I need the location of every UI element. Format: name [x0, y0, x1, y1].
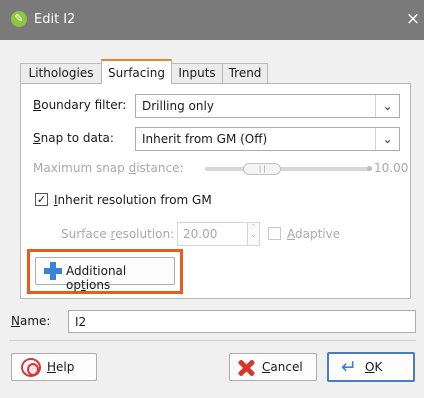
boundary-filter-label: Boundary filter: — [33, 98, 127, 112]
adaptive-label: Adaptive — [287, 227, 341, 241]
dialog-body: Lithologies Surfacing Inputs Trend Bound… — [0, 40, 424, 398]
window-title: Edit I2 — [34, 12, 76, 27]
plus-icon — [44, 262, 62, 280]
title-bar: ✎ Edit I2 × — [0, 0, 424, 40]
snap-distance-slider[interactable] — [205, 167, 369, 171]
snap-to-data-label: Snap to data: — [33, 131, 114, 145]
inherit-resolution-label: Inherit resolution from GM — [54, 193, 212, 207]
chevron-down-icon: ⌄ — [375, 128, 399, 150]
tab-lithologies[interactable]: Lithologies — [20, 63, 102, 83]
boundary-filter-value: Drilling only — [142, 99, 214, 113]
footer-separator — [9, 340, 416, 341]
boundary-filter-select[interactable]: Drilling only ⌄ — [135, 94, 400, 118]
tab-surfacing[interactable]: Surfacing — [101, 59, 172, 84]
tab-inputs[interactable]: Inputs — [171, 63, 223, 83]
cancel-label: Cancel — [262, 360, 303, 374]
inherit-resolution-checkbox[interactable]: ✓ — [35, 193, 48, 206]
help-button[interactable]: Help — [11, 353, 97, 381]
help-label: Help — [47, 360, 75, 374]
snap-to-data-select[interactable]: Inherit from GM (Off) ⌄ — [135, 127, 400, 151]
cancel-x-icon — [236, 358, 256, 378]
additional-options-button[interactable]: Additional options — [35, 257, 175, 292]
app-logo-icon: ✎ — [11, 11, 27, 27]
ok-enter-icon: ↵ — [341, 356, 357, 378]
snap-to-data-value: Inherit from GM (Off) — [142, 132, 268, 146]
spinner-arrows-icon[interactable]: ⌃ ⌄ — [247, 222, 260, 246]
name-value: I2 — [75, 315, 87, 329]
close-button[interactable]: × — [402, 6, 424, 32]
cancel-button[interactable]: Cancel — [229, 353, 317, 381]
name-label: Name: — [11, 314, 51, 328]
check-icon: ✓ — [36, 193, 47, 206]
surface-resolution-label: Surface resolution: — [61, 227, 175, 241]
tab-trend[interactable]: Trend — [222, 63, 268, 83]
chevron-down-icon: ⌄ — [375, 95, 399, 117]
ok-button[interactable]: ↵ OK — [327, 352, 415, 382]
additional-options-label: Additional options — [66, 264, 127, 292]
name-input[interactable]: I2 — [68, 310, 416, 333]
max-snap-distance-value: 10.00 — [374, 161, 409, 175]
help-lifebuoy-icon — [21, 358, 41, 377]
max-snap-distance-label: Maximum snap distance: — [33, 161, 184, 175]
slider-handle[interactable]: | | — [243, 163, 282, 175]
ok-label: OK — [365, 360, 383, 374]
adaptive-checkbox[interactable] — [268, 227, 281, 240]
surface-resolution-input[interactable]: 20.00 — [177, 222, 248, 246]
slider-end-marker — [367, 166, 372, 171]
